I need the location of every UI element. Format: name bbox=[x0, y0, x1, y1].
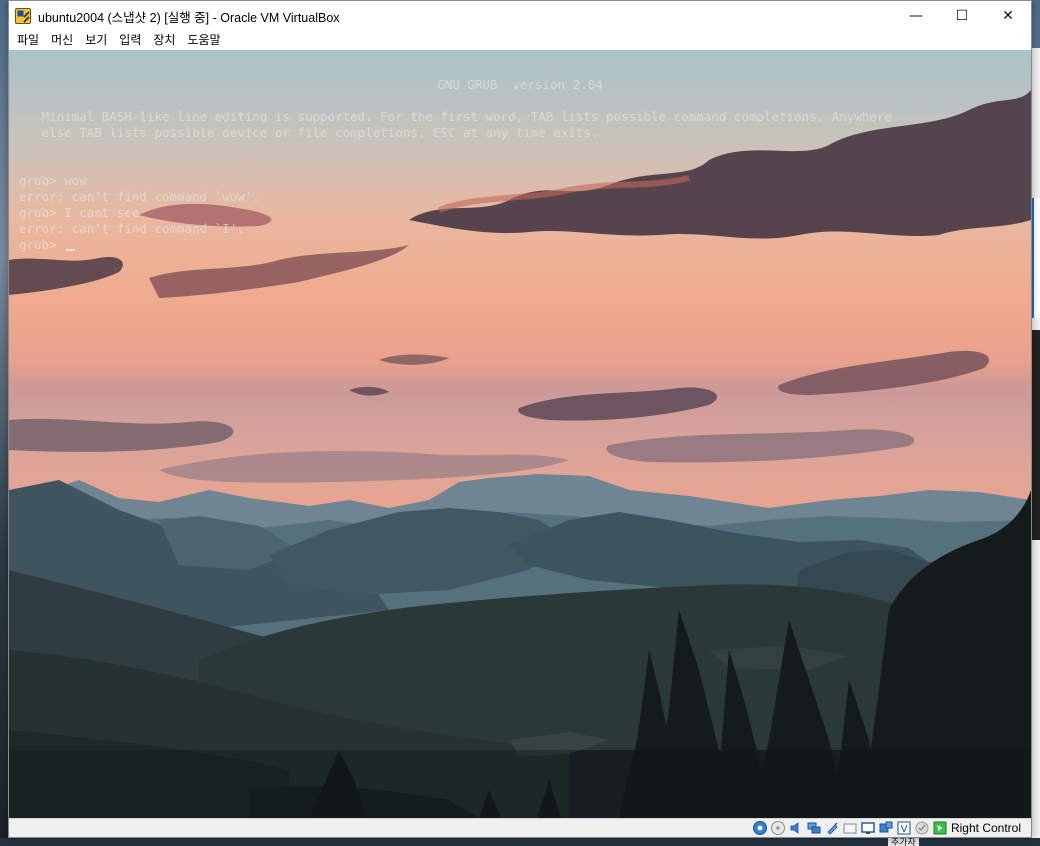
mouse-integration-icon[interactable] bbox=[932, 820, 948, 836]
grub-line: grub> wow bbox=[19, 173, 87, 188]
video-capture-icon[interactable] bbox=[878, 820, 894, 836]
grub-line: error: can't find command `wow'. bbox=[19, 189, 260, 204]
host-key-label[interactable]: Right Control bbox=[951, 821, 1021, 835]
network-icon[interactable] bbox=[806, 820, 822, 836]
usb-icon[interactable] bbox=[824, 820, 840, 836]
grub-prompt: grub> bbox=[19, 237, 65, 252]
taskbar-edge bbox=[0, 838, 1040, 846]
virtualbox-window: ubuntu2004 (스냅샷 2) [실행 중] - Oracle VM Vi… bbox=[8, 0, 1032, 838]
svg-text:V: V bbox=[901, 824, 908, 835]
shared-folders-icon[interactable] bbox=[842, 820, 858, 836]
recording-icon[interactable]: V bbox=[896, 820, 912, 836]
grub-header: GNU GRUB version 2.04 bbox=[437, 77, 603, 92]
menu-input[interactable]: 입력 bbox=[113, 31, 147, 50]
minimize-button[interactable]: — bbox=[893, 1, 939, 31]
menu-machine[interactable]: 머신 bbox=[45, 31, 79, 50]
grub-line: error: can't find command `I'. bbox=[19, 221, 245, 236]
grub-prompt-line[interactable]: grub> bbox=[19, 237, 76, 253]
text-cursor bbox=[66, 249, 76, 251]
desktop-hint: 추가자 bbox=[888, 838, 919, 846]
window-controls: — ☐ ✕ bbox=[893, 1, 1031, 31]
title-bar[interactable]: ubuntu2004 (스냅샷 2) [실행 중] - Oracle VM Vi… bbox=[9, 1, 1031, 31]
status-bar: V Right Control bbox=[9, 818, 1031, 837]
guest-display[interactable]: GNU GRUB version 2.04 Minimal BASH-like … bbox=[9, 50, 1031, 818]
menu-devices[interactable]: 장치 bbox=[147, 31, 181, 50]
menu-view[interactable]: 보기 bbox=[79, 31, 113, 50]
hard-disk-icon[interactable] bbox=[752, 820, 768, 836]
virtualbox-app-icon bbox=[15, 8, 31, 24]
grub-console[interactable]: GNU GRUB version 2.04 Minimal BASH-like … bbox=[9, 50, 1031, 818]
menu-file[interactable]: 파일 bbox=[11, 31, 45, 50]
optical-drive-icon[interactable] bbox=[770, 820, 786, 836]
background-panel bbox=[1032, 198, 1040, 318]
maximize-button[interactable]: ☐ bbox=[939, 1, 985, 31]
menu-help[interactable]: 도움말 bbox=[181, 31, 226, 50]
grub-intro-line-1: Minimal BASH-like line editing is suppor… bbox=[19, 109, 892, 124]
window-title: ubuntu2004 (스냅샷 2) [실행 중] - Oracle VM Vi… bbox=[38, 10, 340, 25]
grub-line: grub> I cant see bbox=[19, 205, 140, 220]
background-terminal bbox=[1032, 330, 1040, 540]
cpu-icon[interactable] bbox=[914, 820, 930, 836]
menu-bar: 파일 머신 보기 입력 장치 도움말 bbox=[9, 31, 1031, 50]
close-button[interactable]: ✕ bbox=[985, 1, 1031, 31]
audio-icon[interactable] bbox=[788, 820, 804, 836]
display-icon[interactable] bbox=[860, 820, 876, 836]
background-window-edge bbox=[1032, 48, 1040, 846]
grub-intro-line-2: else TAB lists possible device or file c… bbox=[19, 125, 599, 140]
